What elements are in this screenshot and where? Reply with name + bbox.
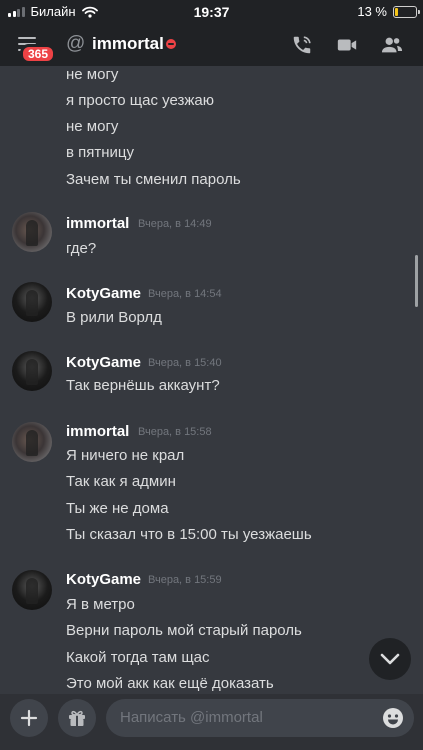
message-line: Ты же не дома [66,500,169,517]
message-input[interactable]: Написать @immortal [106,699,414,737]
channel-header: 365 @ immortal [0,24,423,66]
avatar[interactable] [12,212,52,252]
plus-icon [20,709,38,727]
message-line: я просто щас уезжаю [66,92,215,109]
message-author[interactable]: KotyGame [66,285,141,302]
message-timestamp: Вчера, в 14:54 [148,288,222,300]
message-timestamp: Вчера, в 15:40 [148,357,222,369]
message-line: Так вернёшь аккаунт? [66,377,220,394]
message-line: Так как я админ [66,473,176,490]
battery-percent: 13 % [357,4,387,19]
message-author[interactable]: immortal [66,423,129,440]
message-author[interactable]: KotyGame [66,354,141,371]
status-right: 13 % [357,4,420,19]
video-camera-icon[interactable] [335,34,359,56]
message-list[interactable]: не могу я просто щас уезжаю не могу в пя… [0,66,423,694]
message-author[interactable]: KotyGame [66,571,141,588]
message-line: В рили Ворлд [66,309,162,326]
avatar[interactable] [12,351,52,391]
message-line: Какой тогда там щас [66,649,210,666]
avatar[interactable] [12,570,52,610]
gift-button[interactable] [58,699,96,737]
phone-call-icon[interactable] [290,34,314,56]
jump-to-bottom-button[interactable] [369,638,411,680]
message-input-placeholder: Написать @immortal [120,709,263,726]
message-line: Это мой акк как ещё доказать [66,675,274,692]
message-timestamp: Вчера, в 15:59 [148,574,222,586]
add-attachment-button[interactable] [10,699,48,737]
dm-recipient-name[interactable]: immortal [92,34,164,54]
message-line: Я ничего не крал [66,447,185,464]
message-line: где? [66,240,97,257]
dnd-status-icon [166,39,176,49]
message-line: Ты сказал что в 15:00 ты уезжаешь [66,526,312,543]
message-line: в пятницу [66,144,135,161]
chevron-down-icon [380,653,400,665]
battery-icon [393,5,420,18]
message-line: не могу [66,66,119,83]
message-line: не могу [66,118,119,135]
members-icon[interactable] [380,34,404,56]
status-bar: Билайн 19:37 13 % [0,0,423,24]
at-icon: @ [66,33,86,54]
message-line: Верни пароль мой старый пароль [66,622,302,639]
avatar[interactable] [12,282,52,322]
avatar[interactable] [12,422,52,462]
message-composer: Написать @immortal [0,694,423,750]
emoji-icon[interactable] [382,707,404,729]
menu-button[interactable]: 365 [14,33,57,64]
battery-fill [395,7,398,16]
message-author[interactable]: immortal [66,215,129,232]
message-timestamp: Вчера, в 15:58 [138,426,212,438]
message-line: Я в метро [66,596,135,613]
scrollbar[interactable] [415,255,418,307]
message-timestamp: Вчера, в 14:49 [138,218,212,230]
unread-badge: 365 [20,44,57,64]
message-line: Зачем ты сменил пароль [66,171,241,188]
gift-icon [69,710,85,726]
